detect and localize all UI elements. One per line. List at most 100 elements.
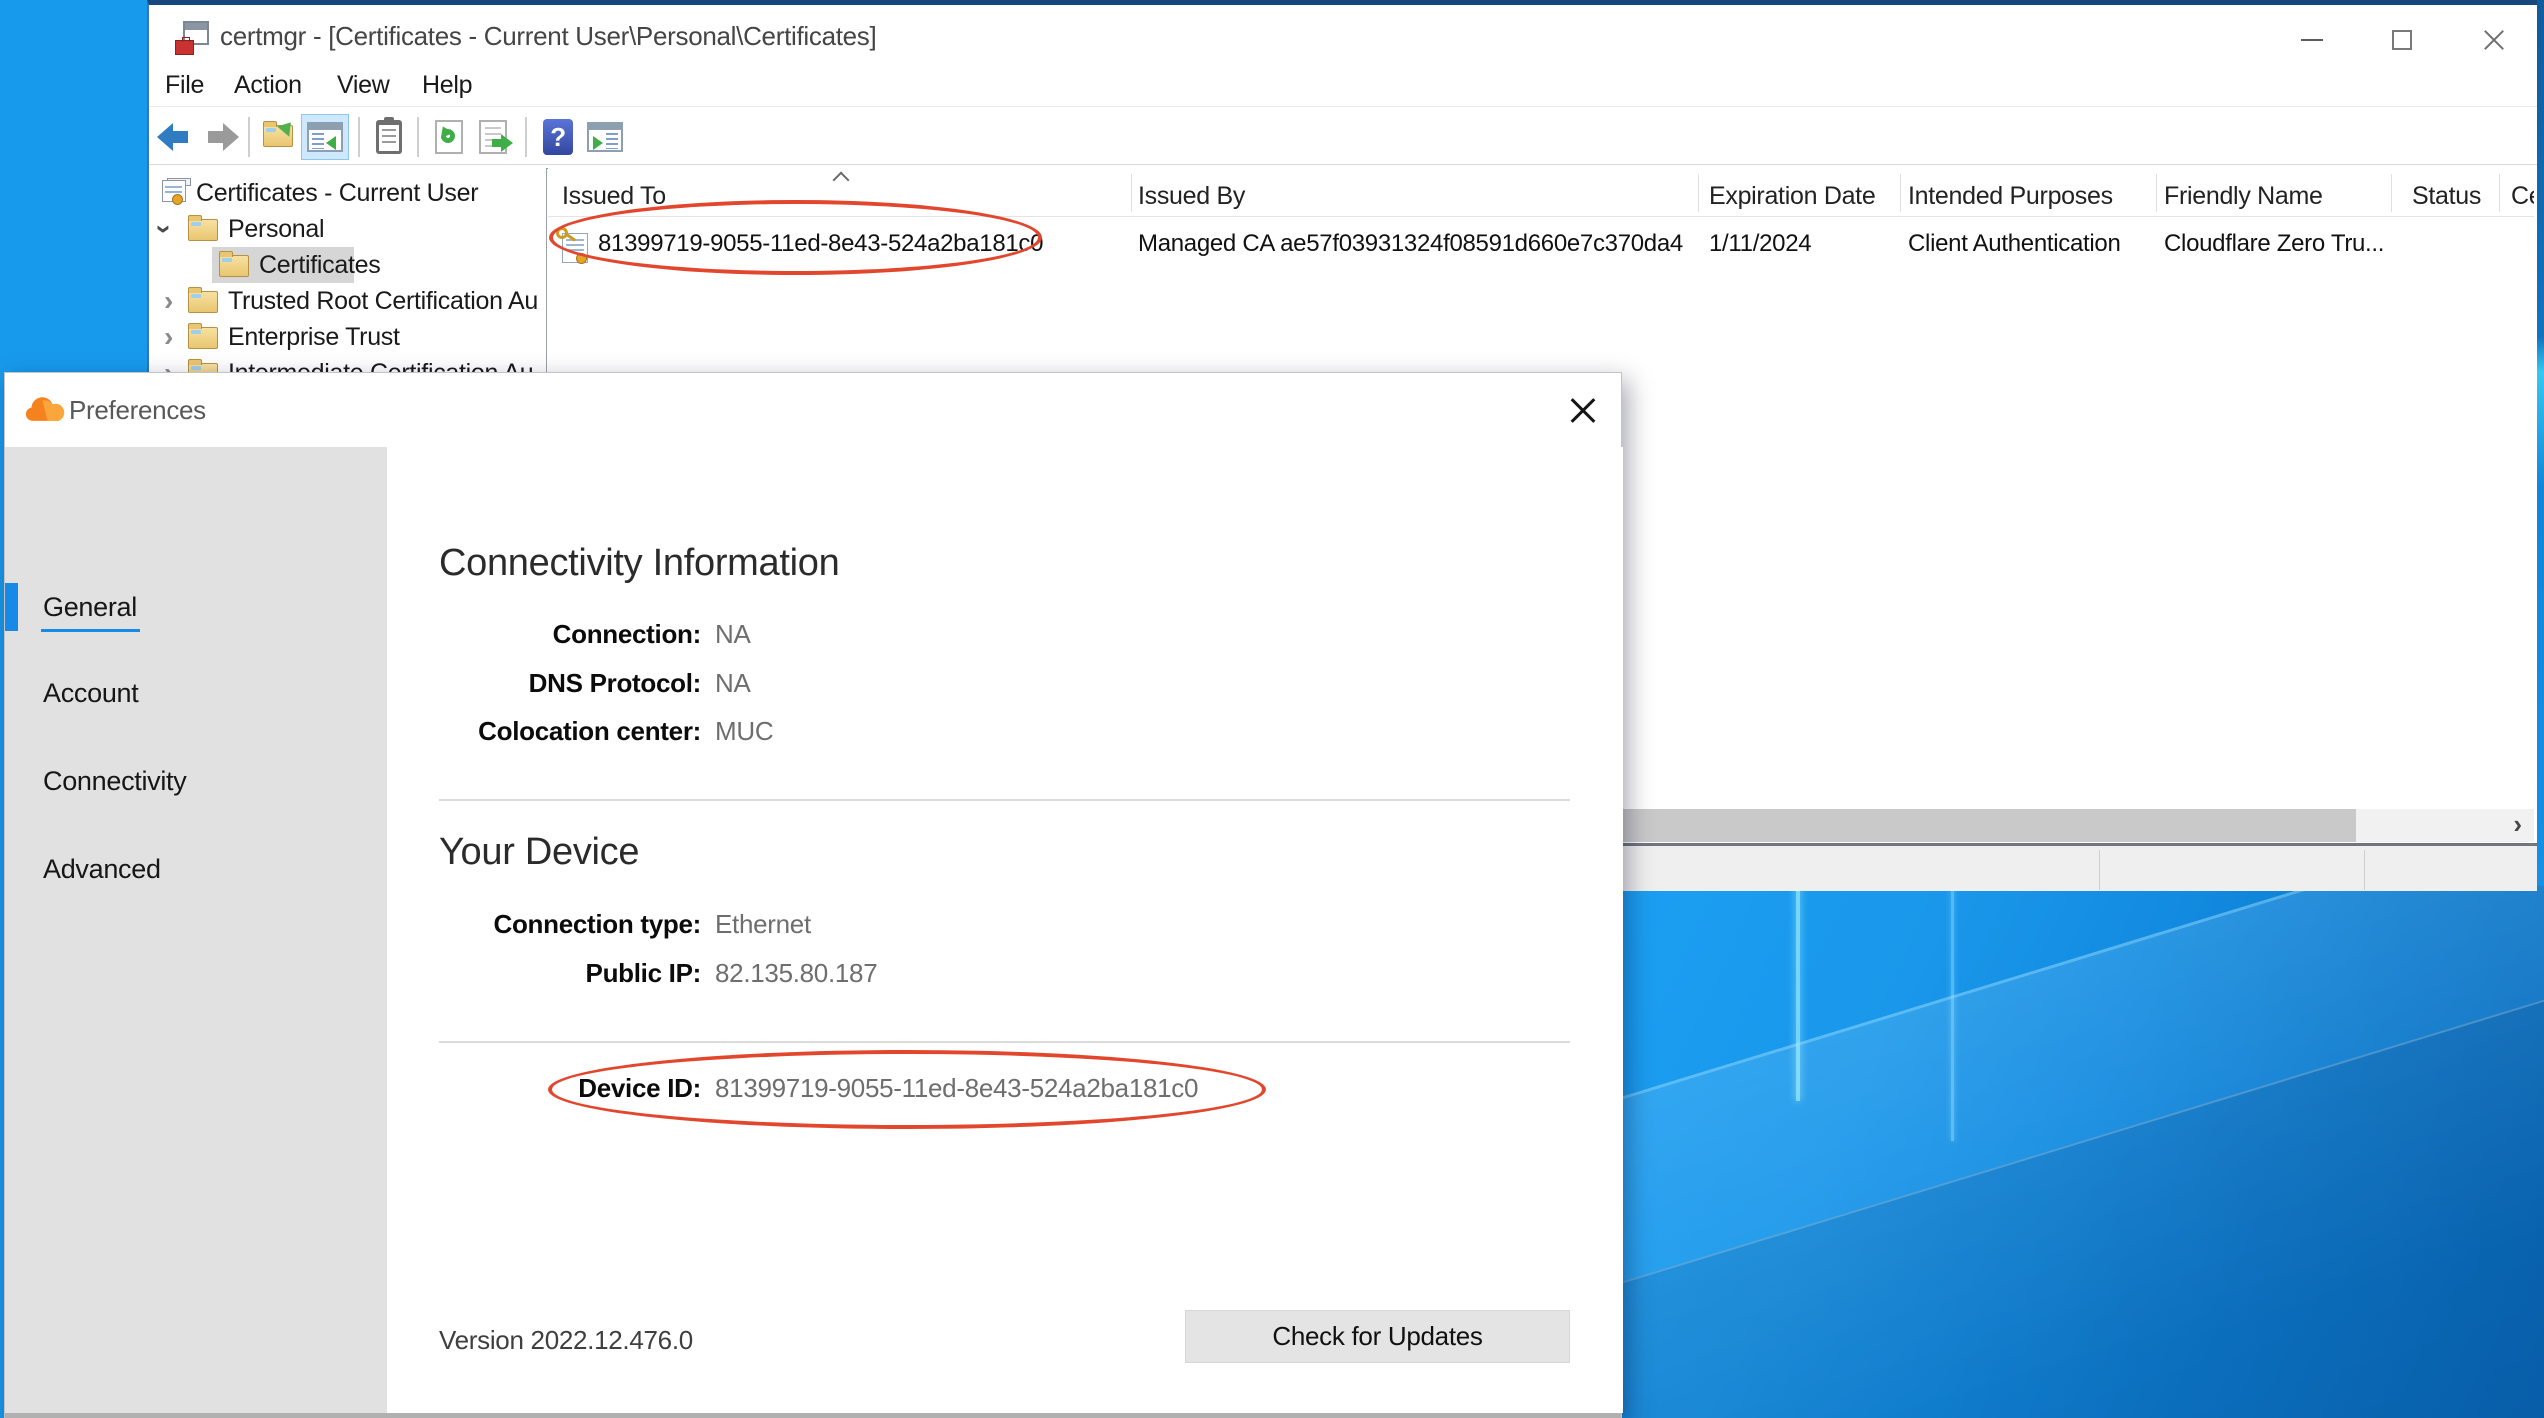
desktop-edge-strip — [2537, 0, 2544, 886]
menu-bar: File Action View Help — [149, 63, 2537, 107]
clipboard-icon — [376, 120, 402, 154]
tree-item-certificates[interactable]: Certificates — [152, 247, 546, 283]
export-folder-button[interactable] — [263, 125, 301, 161]
back-arrow-icon — [157, 119, 195, 155]
show-action-pane-button[interactable] — [587, 122, 625, 158]
section-divider — [439, 799, 1570, 801]
maximize-icon — [2392, 30, 2412, 50]
column-header-issued-by[interactable]: Issued By — [1138, 168, 1688, 217]
annotation-ellipse-certificate — [549, 200, 1042, 275]
show-console-tree-button[interactable] — [301, 114, 349, 160]
column-separator[interactable] — [2499, 174, 2500, 212]
chevron-collapsed-icon[interactable]: › — [164, 321, 173, 353]
refresh-icon — [435, 120, 463, 154]
folder-icon — [188, 291, 218, 313]
tree-item-enterprise-trust[interactable]: › Enterprise Trust — [152, 319, 546, 355]
nav-account[interactable]: Account — [5, 669, 387, 717]
preferences-sidebar: General Account Connectivity Advanced — [5, 447, 387, 1413]
column-header-purposes[interactable]: Intended Purposes — [1908, 168, 2148, 217]
tree-item-label: Trusted Root Certification Au — [228, 283, 538, 319]
nav-label: Advanced — [43, 854, 161, 884]
section-heading-connectivity: Connectivity Information — [439, 542, 839, 585]
nav-label: Connectivity — [43, 766, 186, 796]
cloudflare-logo-icon — [25, 397, 65, 423]
column-header-template[interactable]: Ce — [2511, 168, 2534, 217]
certmgr-app-icon — [175, 21, 209, 55]
active-nav-underline — [41, 629, 140, 632]
status-separator — [2364, 850, 2365, 890]
cell-purposes: Client Authentication — [1908, 217, 2121, 277]
preferences-header[interactable]: Preferences — [5, 373, 1621, 447]
chevron-collapsed-icon[interactable]: › — [164, 285, 173, 317]
back-button[interactable] — [157, 119, 195, 155]
column-separator[interactable] — [1131, 174, 1132, 212]
tree-item-trusted-root[interactable]: › Trusted Root Certification Au — [152, 283, 546, 319]
menu-action[interactable]: Action — [228, 63, 308, 107]
field-label: Colocation center: — [371, 716, 701, 747]
help-icon: ? — [543, 119, 573, 155]
certificate-store-icon — [162, 178, 192, 208]
column-separator[interactable] — [2391, 174, 2392, 212]
folder-icon — [188, 327, 218, 349]
folder-icon — [219, 255, 249, 277]
field-label: Public IP: — [371, 958, 701, 989]
toolbar-separator — [417, 117, 419, 157]
chevron-expanded-icon[interactable]: › — [152, 224, 181, 233]
desktop-wallpaper — [1622, 886, 2544, 1418]
tree-item-certificates-current-user[interactable]: Certificates - Current User — [152, 175, 546, 211]
column-header-friendly[interactable]: Friendly Name — [2164, 168, 2386, 217]
close-button[interactable] — [2472, 20, 2516, 60]
field-label: DNS Protocol: — [371, 668, 701, 699]
minimize-button[interactable] — [2290, 20, 2334, 60]
preferences-content: Connectivity Information Connection: NA … — [387, 447, 1623, 1413]
column-separator[interactable] — [2156, 174, 2157, 212]
nav-label: Account — [43, 678, 138, 708]
cell-friendly: Cloudflare Zero Tru... — [2164, 217, 2384, 277]
nav-connectivity[interactable]: Connectivity — [5, 757, 387, 805]
version-text: Version 2022.12.476.0 — [439, 1325, 693, 1356]
field-value: 82.135.80.187 — [715, 958, 877, 989]
cell-expiration: 1/11/2024 — [1709, 217, 1811, 277]
field-label: Connection: — [371, 619, 701, 650]
refresh-button[interactable] — [435, 120, 473, 156]
field-label: Connection type: — [371, 909, 701, 940]
export-list-icon — [479, 120, 507, 154]
certmgr-titlebar[interactable]: certmgr - [Certificates - Current User\P… — [149, 10, 2537, 63]
forward-button[interactable] — [201, 119, 239, 155]
toolbar-separator — [358, 117, 360, 157]
window-title: certmgr - [Certificates - Current User\P… — [220, 10, 876, 63]
toolbar-separator — [248, 117, 250, 157]
check-for-updates-button[interactable]: Check for Updates — [1185, 1310, 1570, 1363]
nav-label: General — [43, 592, 137, 622]
tree-item-personal[interactable]: › Personal — [152, 211, 546, 247]
section-divider — [439, 1041, 1570, 1043]
nav-general[interactable]: General — [5, 583, 387, 631]
paste-button[interactable] — [376, 120, 414, 156]
field-value: MUC — [715, 716, 773, 747]
nav-advanced[interactable]: Advanced — [5, 845, 387, 893]
folder-icon — [188, 219, 218, 241]
field-value: NA — [715, 668, 751, 699]
tree-item-label: Certificates — [259, 247, 380, 283]
help-button[interactable]: ? — [543, 119, 581, 155]
tree-item-label: Certificates - Current User — [196, 175, 478, 211]
column-separator[interactable] — [1698, 174, 1699, 212]
export-list-button[interactable] — [479, 120, 517, 156]
menu-file[interactable]: File — [159, 63, 210, 107]
dialog-title: Preferences — [69, 373, 206, 447]
preferences-dialog: Preferences General Account Connectivity… — [4, 372, 1622, 1418]
menu-help[interactable]: Help — [416, 63, 478, 107]
column-header-expiration[interactable]: Expiration Date — [1709, 168, 1894, 217]
annotation-ellipse-device-id — [548, 1050, 1266, 1129]
status-separator — [2099, 850, 2100, 890]
maximize-button[interactable] — [2380, 20, 2424, 60]
scrollbar-right-arrow[interactable]: › — [2501, 809, 2534, 842]
column-separator[interactable] — [1900, 174, 1901, 212]
console-tree-icon — [307, 122, 343, 152]
menu-view[interactable]: View — [331, 63, 396, 107]
toolbar: ? — [149, 108, 2537, 165]
column-header-status[interactable]: Status — [2412, 168, 2494, 217]
toolbar-separator — [525, 117, 527, 157]
field-value: Ethernet — [715, 909, 811, 940]
dialog-close-button[interactable] — [1557, 385, 1609, 437]
